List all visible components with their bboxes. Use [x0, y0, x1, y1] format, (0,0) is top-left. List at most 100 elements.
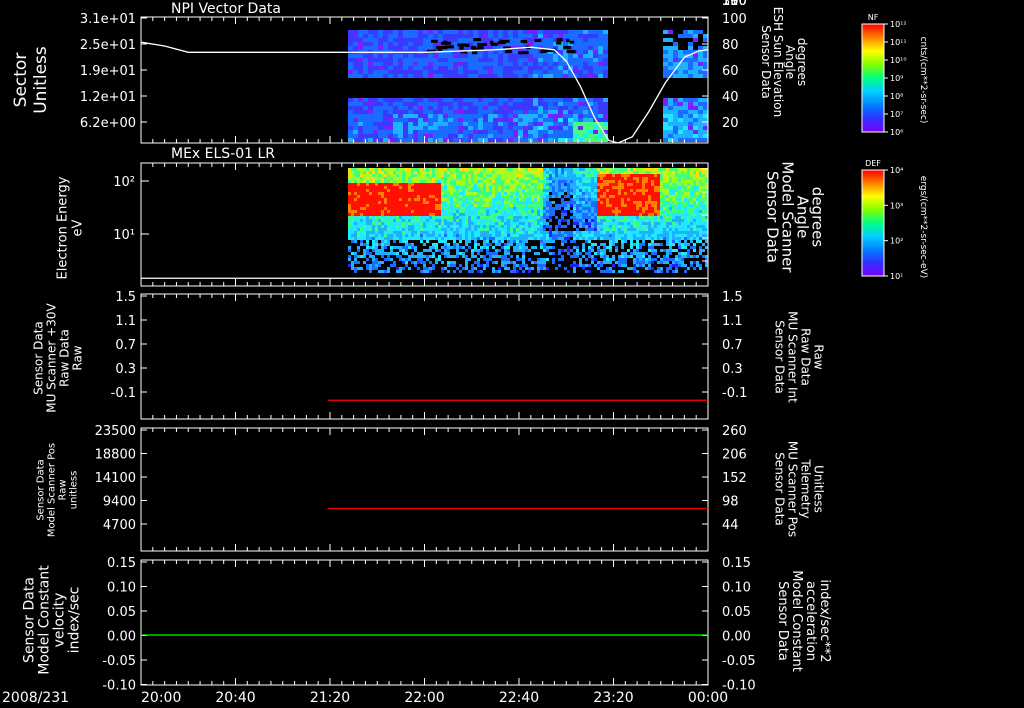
heatmap-cell	[393, 118, 398, 122]
heatmap-cell	[516, 210, 519, 213]
heatmap-cell	[405, 171, 408, 174]
heatmap-cell	[402, 174, 405, 177]
heatmap-cell	[669, 222, 672, 225]
heatmap-cell	[648, 192, 651, 195]
heatmap-cell	[582, 225, 585, 228]
heatmap-cell	[503, 30, 508, 34]
heatmap-cell	[687, 183, 690, 186]
heatmap-cell	[456, 219, 459, 222]
heatmap-cell	[561, 234, 564, 237]
heatmap-cell	[411, 261, 414, 264]
heatmap-cell	[432, 183, 435, 186]
heatmap-cell	[615, 249, 618, 252]
heatmap-cell	[528, 66, 533, 70]
heatmap-cell	[567, 183, 570, 186]
heatmap-cell	[597, 213, 600, 216]
heatmap-cell	[348, 231, 351, 234]
heatmap-cell	[501, 174, 504, 177]
heatmap-cell	[438, 228, 441, 231]
heatmap-cell	[426, 171, 429, 174]
heatmap-cell	[543, 98, 548, 102]
heatmap-cell	[358, 98, 363, 102]
heatmap-cell	[688, 106, 693, 110]
heatmap-cell	[354, 234, 357, 237]
heatmap-cell	[534, 201, 537, 204]
heatmap-cell	[673, 74, 678, 78]
heatmap-cell	[493, 62, 498, 66]
heatmap-cell	[591, 186, 594, 189]
heatmap-cell	[543, 222, 546, 225]
heatmap-cell	[693, 201, 696, 204]
heatmap-cell	[609, 240, 612, 243]
heatmap-cell	[518, 66, 523, 70]
heatmap-cell	[563, 130, 568, 134]
heatmap-cell	[384, 270, 387, 273]
heatmap-cell	[648, 219, 651, 222]
heatmap-cell	[549, 183, 552, 186]
heatmap-cell	[474, 228, 477, 231]
heatmap-cell	[609, 192, 612, 195]
heatmap-cell	[493, 134, 498, 138]
heatmap-cell	[428, 106, 433, 110]
heatmap-cell	[453, 106, 458, 110]
heatmap-cell	[465, 168, 468, 171]
heatmap-cell	[444, 252, 447, 255]
heatmap-cell	[375, 177, 378, 180]
heatmap-cell	[348, 126, 353, 130]
heatmap-cell	[450, 168, 453, 171]
heatmap-cell	[693, 216, 696, 219]
heatmap-cell	[393, 46, 398, 50]
heatmap-cell	[663, 102, 668, 106]
heatmap-cell	[525, 192, 528, 195]
heatmap-cell	[519, 231, 522, 234]
heatmap-cell	[483, 177, 486, 180]
heatmap-cell	[480, 207, 483, 210]
heatmap-cell	[552, 234, 555, 237]
heatmap-cell	[593, 102, 598, 106]
heatmap-cell	[537, 270, 540, 273]
heatmap-cell	[528, 234, 531, 237]
heatmap-cell	[360, 195, 363, 198]
heatmap-cell	[672, 261, 675, 264]
heatmap-cell	[462, 213, 465, 216]
heatmap-cell	[450, 213, 453, 216]
heatmap-cell	[501, 168, 504, 171]
heatmap-cell	[456, 243, 459, 246]
heatmap-cell	[615, 225, 618, 228]
heatmap-cell	[615, 171, 618, 174]
heatmap-cell	[597, 171, 600, 174]
heatmap-cell	[390, 213, 393, 216]
heatmap-cell	[465, 192, 468, 195]
heatmap-cell	[426, 189, 429, 192]
heatmap-cell	[516, 192, 519, 195]
heatmap-cell	[578, 66, 583, 70]
heatmap-cell	[597, 198, 600, 201]
heatmap-cell	[594, 168, 597, 171]
heatmap-cell	[663, 219, 666, 222]
heatmap-cell	[564, 207, 567, 210]
heatmap-cell	[531, 213, 534, 216]
heatmap-cell	[378, 114, 383, 118]
heatmap-cell	[489, 255, 492, 258]
heatmap-cell	[690, 177, 693, 180]
heatmap-cell	[357, 261, 360, 264]
heatmap-cell	[498, 186, 501, 189]
heatmap-cell	[615, 174, 618, 177]
heatmap-cell	[348, 177, 351, 180]
heatmap-gap	[443, 40, 448, 44]
heatmap-cell	[533, 42, 538, 46]
heatmap-cell	[546, 231, 549, 234]
heatmap-cell	[402, 261, 405, 264]
heatmap-cell	[684, 210, 687, 213]
heatmap-cell	[609, 231, 612, 234]
heatmap-cell	[624, 264, 627, 267]
heatmap-cell	[698, 134, 703, 138]
heatmap-cell	[483, 192, 486, 195]
heatmap-cell	[423, 126, 428, 130]
heatmap-cell	[573, 186, 576, 189]
heatmap-cell	[531, 219, 534, 222]
heatmap-cell	[366, 240, 369, 243]
heatmap-cell	[523, 118, 528, 122]
heatmap-cell	[639, 192, 642, 195]
heatmap-cell	[558, 168, 561, 171]
